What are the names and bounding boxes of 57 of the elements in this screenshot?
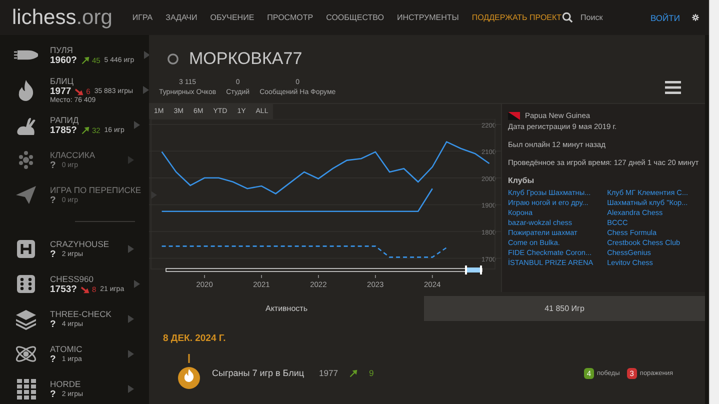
arrow-icon xyxy=(128,245,134,253)
grid-icon xyxy=(14,377,38,401)
site-logo[interactable]: lichess.org xyxy=(12,6,112,30)
activity-text: Сыграны 7 игр в Блиц xyxy=(212,368,304,378)
rating-value: ? xyxy=(50,354,56,364)
username-title: МОРКОВКА77 xyxy=(189,49,302,69)
rating-value: 1960? xyxy=(50,54,77,66)
rating-value: ? xyxy=(50,318,56,330)
variant-name: РАПИД xyxy=(50,114,80,124)
variant-name: HORDE xyxy=(50,378,82,388)
variant-name: ATOMIC xyxy=(50,344,84,354)
arrow-icon xyxy=(128,385,134,393)
settings-icon[interactable] xyxy=(692,12,699,23)
arrow-icon xyxy=(128,315,134,323)
arrow-icon xyxy=(143,86,150,94)
login-link[interactable]: ВОЙТИ xyxy=(650,12,680,22)
rating-value: 1977 xyxy=(319,368,338,378)
rating-value: ? xyxy=(50,160,56,170)
arrow-icon xyxy=(128,350,134,358)
rating-value: ? xyxy=(50,248,56,260)
rating-change: 9 xyxy=(368,368,374,378)
nav-link[interactable]: ИГРА xyxy=(132,13,153,22)
arrow-icon xyxy=(128,156,134,164)
range-navigator-drawing[interactable] xyxy=(165,265,483,275)
nav-link[interactable]: ПРОСМОТР xyxy=(267,13,314,22)
fire-icon xyxy=(177,354,201,392)
nav-link[interactable]: ЗАДАЧИ xyxy=(166,13,198,22)
variant-name: ПУЛЯ xyxy=(50,44,74,54)
rating-value: ? xyxy=(50,388,56,400)
layers-icon xyxy=(14,307,38,331)
nav-link[interactable]: ИНСТРУМЕНТЫ xyxy=(396,13,459,22)
nav-link[interactable]: ОБУЧЕНИЕ xyxy=(210,13,254,22)
dice-icon xyxy=(14,272,38,296)
rating-value: ? xyxy=(50,194,56,206)
arrow-icon xyxy=(144,51,150,59)
scrollbar[interactable] xyxy=(709,0,719,404)
rating-value: 1785? xyxy=(50,124,77,136)
tab[interactable]: 41 850 Игр xyxy=(424,296,705,321)
variant-name: КЛАССИКА xyxy=(50,150,96,160)
flag-icon xyxy=(508,112,520,120)
h-square-icon xyxy=(14,237,38,261)
rating-value: 1977 xyxy=(50,86,72,97)
variant-name: БЛИЦ xyxy=(50,76,75,86)
activity-date: 8 ДЕК. 2024 Г. xyxy=(163,333,227,344)
search-field[interactable]: Поиск xyxy=(580,13,651,22)
nav-link[interactable]: СООБЩЕСТВО xyxy=(326,13,384,22)
arrow-icon xyxy=(134,280,140,288)
clubs-heading: Клубы xyxy=(508,176,536,185)
search-icon[interactable] xyxy=(562,12,573,23)
arrow-icon xyxy=(134,121,140,129)
variant-name: CHESS960 xyxy=(50,274,94,284)
menu-icon[interactable] xyxy=(665,81,681,94)
nav-link[interactable]: ПОДДЕРЖАТЬ ПРОЕКТ xyxy=(472,13,562,22)
variant-name: THREE-CHECK xyxy=(50,308,112,318)
variant-name: CRAZYHOUSE xyxy=(50,238,110,248)
variant-name: ИГРА ПО ПЕРЕПИСКЕ xyxy=(50,184,142,194)
rating-value: 1753? xyxy=(50,284,77,294)
